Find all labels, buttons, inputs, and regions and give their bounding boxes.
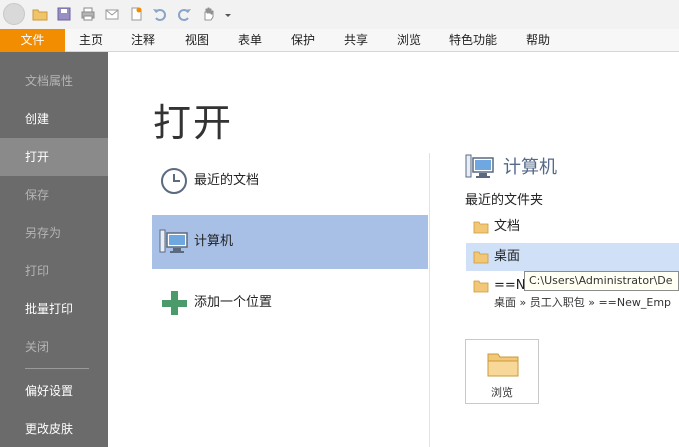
email-icon[interactable] <box>104 6 120 22</box>
folder-icon <box>473 220 489 234</box>
folder-icon <box>473 250 489 264</box>
folder-name: 桌面 <box>494 249 521 264</box>
ribbon-tabs: 文件 主页 注释 视图 表单 保护 共享 浏览 特色功能 帮助 <box>0 29 679 52</box>
tab-browse[interactable]: 浏览 <box>387 29 431 52</box>
recent-folders-label: 最近的文件夹 <box>465 193 544 208</box>
sidebar-item-open[interactable]: 打开 <box>0 138 108 176</box>
tab-comment[interactable]: 注释 <box>121 29 165 52</box>
tab-protect[interactable]: 保护 <box>281 29 325 52</box>
toolbar-dropdown-icon[interactable] <box>220 6 231 22</box>
folder-item-documents[interactable]: 文档 <box>466 213 679 241</box>
hand-tool-icon[interactable] <box>200 6 216 22</box>
sidebar-item-preferences[interactable]: 偏好设置 <box>0 372 108 410</box>
place-label: 计算机 <box>194 234 234 249</box>
sidebar-divider <box>25 368 89 369</box>
folder-path: 桌面 » 员工入职包 » ==New_Emp <box>494 296 672 309</box>
tab-share[interactable]: 共享 <box>334 29 378 52</box>
sidebar-item-close[interactable]: 关闭 <box>0 328 108 366</box>
print-icon[interactable] <box>80 6 96 22</box>
place-add-location[interactable]: 添加一个位置 <box>152 276 428 330</box>
tab-help[interactable]: 帮助 <box>516 29 560 52</box>
sidebar-item-properties[interactable]: 文档属性 <box>0 62 108 100</box>
browse-label: 浏览 <box>491 386 513 399</box>
computer-icon <box>159 227 189 257</box>
sidebar-item-print[interactable]: 打印 <box>0 252 108 290</box>
computer-icon <box>465 152 495 182</box>
folder-item-desktop[interactable]: 桌面 <box>466 243 679 271</box>
new-document-icon[interactable] <box>128 6 144 22</box>
undo-icon[interactable] <box>152 6 168 22</box>
panel-divider <box>429 153 430 447</box>
app-logo-icon[interactable] <box>3 3 25 25</box>
app-window: 文件 主页 注释 视图 表单 保护 共享 浏览 特色功能 帮助 文档属性 创建 … <box>0 0 679 447</box>
clock-icon <box>159 166 189 196</box>
tab-file[interactable]: 文件 <box>0 29 65 52</box>
path-tooltip: C:\Users\Administrator\De <box>524 271 679 291</box>
tab-home[interactable]: 主页 <box>70 29 112 52</box>
sidebar-item-change-skin[interactable]: 更改皮肤 <box>0 410 108 447</box>
page-title: 打开 <box>153 101 234 145</box>
sidebar-item-batch-print[interactable]: 批量打印 <box>0 290 108 328</box>
tab-view[interactable]: 视图 <box>175 29 219 52</box>
sidebar-item-save[interactable]: 保存 <box>0 176 108 214</box>
place-label: 添加一个位置 <box>194 295 273 310</box>
computer-panel-heading: 计算机 <box>503 157 557 178</box>
tab-features[interactable]: 特色功能 <box>440 29 506 52</box>
sidebar-item-save-as[interactable]: 另存为 <box>0 214 108 252</box>
place-computer[interactable]: 计算机 <box>152 215 428 269</box>
open-folder-icon[interactable] <box>32 6 48 22</box>
place-recent-documents[interactable]: 最近的文档 <box>152 154 428 208</box>
folder-icon <box>487 351 519 377</box>
place-label: 最近的文档 <box>194 173 260 188</box>
quick-access-toolbar <box>0 0 679 29</box>
redo-icon[interactable] <box>176 6 192 22</box>
backstage-sidebar: 文档属性 创建 打开 保存 另存为 打印 批量打印 关闭 偏好设置 更改皮肤 <box>0 52 108 447</box>
plus-icon <box>159 288 189 318</box>
sidebar-item-create[interactable]: 创建 <box>0 100 108 138</box>
folder-icon <box>473 279 489 293</box>
save-icon[interactable] <box>56 6 72 22</box>
browse-button[interactable]: 浏览 <box>465 339 539 404</box>
folder-name: 文档 <box>494 219 521 234</box>
tab-form[interactable]: 表单 <box>228 29 272 52</box>
